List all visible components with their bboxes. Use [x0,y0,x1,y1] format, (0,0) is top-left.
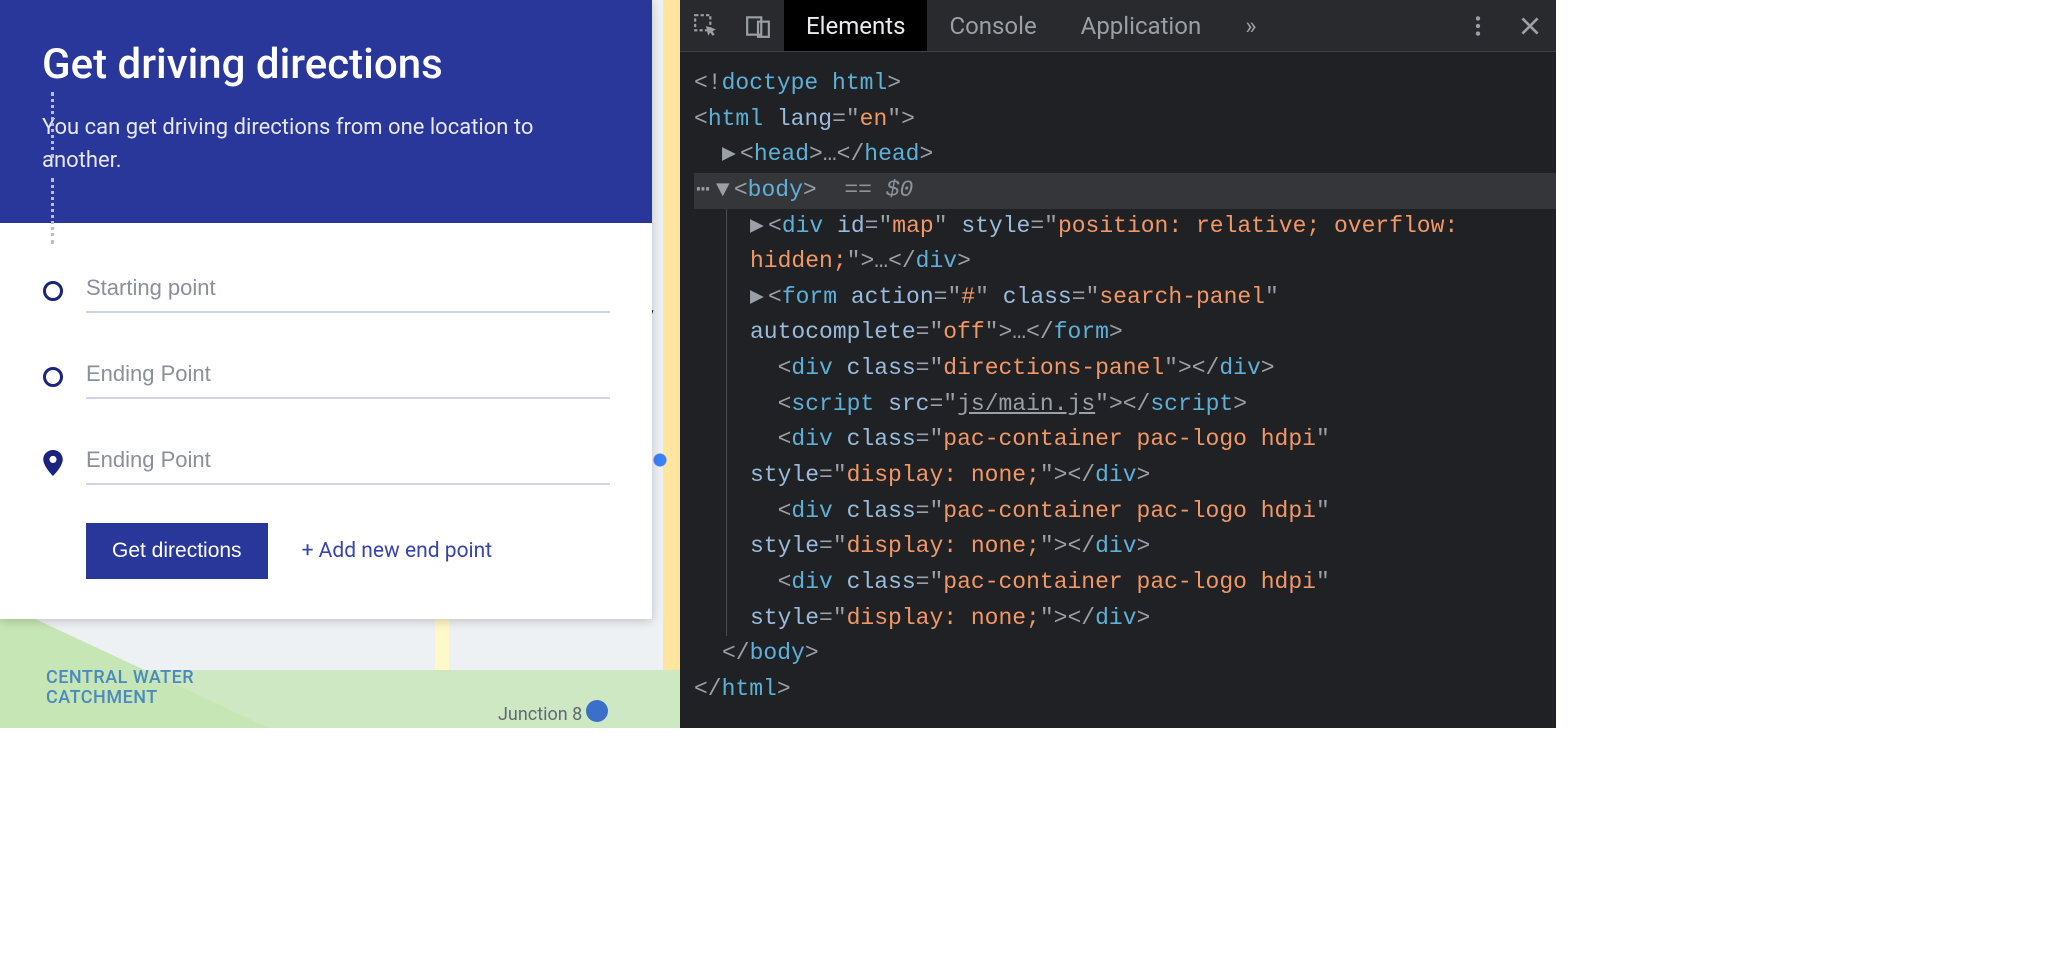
map-label-catchment: CENTRAL WATERCATCHMENT [46,668,194,708]
waypoint-row-start [42,259,610,323]
tab-elements[interactable]: Elements [784,0,927,51]
panel-title: Get driving directions [42,40,610,89]
devtools-pane: Elements Console Application » <!doctype… [680,0,1556,728]
panel-subtitle: You can get driving directions from one … [42,111,610,177]
waypoint-row-end [42,431,610,495]
waypoint-mid-icon [42,367,64,387]
waypoint-start-input[interactable] [86,269,610,313]
devtools-kebab-icon[interactable] [1452,0,1504,52]
inspect-element-icon[interactable] [680,0,732,52]
selected-dom-node[interactable]: ⋯▼<body> == $0 [694,173,1556,209]
directions-panel: Get driving directions You can get drivi… [0,0,652,619]
panel-header: Get driving directions You can get drivi… [0,0,652,223]
panel-body: Get directions + Add new end point [0,223,652,619]
waypoint-mid-input[interactable] [86,355,610,399]
add-endpoint-link[interactable]: + Add new end point [302,539,493,563]
waypoint-start-icon [42,281,64,301]
get-directions-button[interactable]: Get directions [86,523,268,579]
tab-console[interactable]: Console [927,0,1058,51]
tab-application[interactable]: Application [1059,0,1224,51]
destination-pin-icon [42,450,64,476]
tabs-overflow-button[interactable]: » [1223,0,1278,51]
panel-actions: Get directions + Add new end point [42,523,610,579]
dom-tree[interactable]: <!doctype html><html lang="en">▶<head>…<… [680,52,1556,728]
devtools-tabbar: Elements Console Application » [680,0,1556,52]
waypoint-row-mid [42,345,610,409]
map-label-junction: Junction 8 [498,704,582,725]
waypoint-end-input[interactable] [86,441,610,485]
devtools-close-icon[interactable] [1504,0,1556,52]
device-toolbar-icon[interactable] [732,0,784,52]
shopping-poi-icon[interactable] [586,700,608,722]
app-pane: CENTRAL WATERCATCHMENT Junction 8 Get dr… [0,0,680,728]
